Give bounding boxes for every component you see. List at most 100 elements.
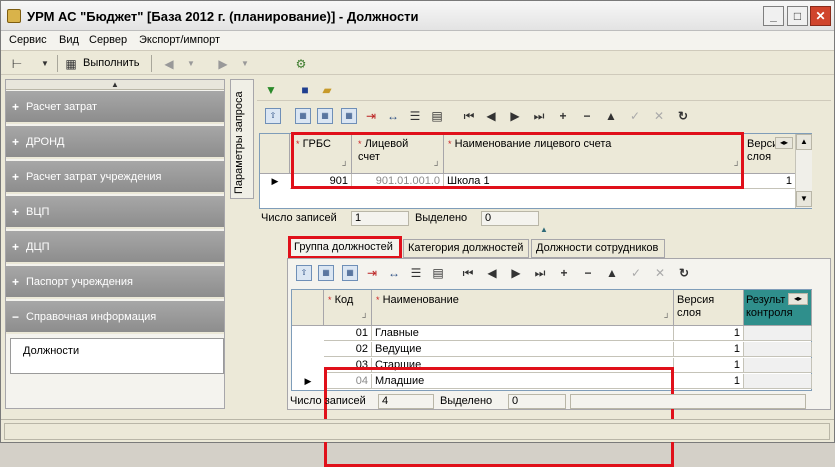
- menu-export-import[interactable]: Экспорт/импорт: [139, 34, 220, 46]
- next-record-icon[interactable]: ▶: [507, 108, 523, 124]
- column-settings-icon[interactable]: ▤: [430, 265, 446, 281]
- cell-control-result[interactable]: [744, 374, 812, 389]
- move-up-icon[interactable]: ▲: [603, 108, 619, 124]
- menu-view[interactable]: Вид: [59, 34, 79, 46]
- cell-control-result[interactable]: [744, 326, 812, 341]
- collapse-up-icon[interactable]: ▲: [6, 80, 224, 90]
- filter-icon[interactable]: ▼: [263, 82, 279, 98]
- column-scroll-icon[interactable]: ◂▸: [788, 293, 808, 305]
- refresh-icon[interactable]: ↻: [675, 108, 691, 124]
- cell-name[interactable]: Старшие: [372, 358, 674, 373]
- dropdown-arrow-icon[interactable]: ▼: [37, 56, 53, 72]
- delete-record-icon[interactable]: −: [579, 108, 595, 124]
- import-icon[interactable]: ⇥: [364, 265, 380, 281]
- column-header-code[interactable]: * Код ┘: [324, 290, 372, 326]
- cell-code[interactable]: 02: [324, 342, 372, 357]
- nav-item-institution-passport[interactable]: + Паспорт учреждения: [6, 266, 224, 299]
- last-record-icon[interactable]: ⏭: [532, 265, 548, 281]
- menu-service[interactable]: Сервис: [9, 34, 47, 46]
- tab-position-category[interactable]: Категория должностей: [403, 239, 529, 258]
- cell-grbs[interactable]: 901: [290, 174, 352, 189]
- column-header-version[interactable]: Версия слоя ◂▸: [744, 134, 796, 174]
- open-folder-icon[interactable]: ▰: [319, 82, 335, 98]
- column-scroll-icon[interactable]: ◂▸: [775, 137, 793, 149]
- swap-icon[interactable]: ↔: [386, 265, 402, 281]
- cell-code[interactable]: 04: [324, 374, 372, 389]
- minimize-button[interactable]: _: [763, 6, 784, 26]
- column-settings-icon[interactable]: ▤: [429, 108, 445, 124]
- vertical-scrollbar[interactable]: ▲ ▼: [795, 134, 812, 208]
- nav-item-institution-costs[interactable]: + Расчет затрат учреждения: [6, 161, 224, 194]
- export-icon[interactable]: ⇧: [265, 108, 281, 124]
- menu-server[interactable]: Сервер: [89, 34, 127, 46]
- grid-copy-icon[interactable]: ▦: [295, 108, 311, 124]
- checklist-icon[interactable]: ☰: [407, 108, 423, 124]
- cell-name[interactable]: Младшие: [372, 374, 674, 389]
- execute-button[interactable]: Выполнить: [83, 57, 139, 69]
- first-record-icon[interactable]: ⏮: [460, 265, 476, 281]
- nav-subitem-positions[interactable]: Должности: [10, 338, 224, 374]
- tab-employee-positions[interactable]: Должности сотрудников: [531, 239, 665, 258]
- export-icon[interactable]: ⇧: [296, 265, 312, 281]
- execute-icon[interactable]: ▦: [63, 56, 79, 72]
- tab-position-group[interactable]: Группа должностей: [289, 238, 401, 259]
- back-icon[interactable]: ◀: [161, 56, 177, 72]
- cell-version[interactable]: 1: [674, 342, 744, 357]
- checklist-icon[interactable]: ☰: [408, 265, 424, 281]
- swap-icon[interactable]: ↔: [385, 108, 401, 124]
- confirm-icon[interactable]: ✓: [627, 108, 643, 124]
- cancel-icon[interactable]: ✕: [651, 108, 667, 124]
- first-record-icon[interactable]: ⏮: [461, 108, 477, 124]
- column-header-version[interactable]: Версия слоя: [674, 290, 744, 326]
- nav-item-dcp[interactable]: + ДЦП: [6, 231, 224, 264]
- grid-add-icon[interactable]: ▦: [342, 265, 358, 281]
- back-dropdown-icon[interactable]: ▼: [183, 56, 199, 72]
- cancel-icon[interactable]: ✕: [652, 265, 668, 281]
- column-header-control-result[interactable]: Результ контроля ◂▸: [744, 290, 812, 326]
- tree-icon[interactable]: ⊢: [9, 56, 25, 72]
- cell-code[interactable]: 03: [324, 358, 372, 373]
- column-header-account[interactable]: * Лицевой счет ┘: [352, 134, 444, 174]
- save-icon[interactable]: ■: [297, 82, 313, 98]
- nav-item-drond[interactable]: + ДРОНД: [6, 126, 224, 159]
- refresh-icon[interactable]: ↻: [676, 265, 692, 281]
- cell-version[interactable]: 1: [674, 358, 744, 373]
- add-record-icon[interactable]: +: [555, 108, 571, 124]
- close-button[interactable]: ✕: [810, 6, 831, 26]
- scroll-up-icon[interactable]: ▲: [796, 134, 812, 150]
- cell-version[interactable]: 1: [744, 174, 796, 189]
- column-header-name[interactable]: * Наименование ┘: [372, 290, 674, 326]
- cell-code[interactable]: 01: [324, 326, 372, 341]
- prev-record-icon[interactable]: ◀: [484, 265, 500, 281]
- cell-control-result[interactable]: [744, 342, 812, 357]
- nav-item-vcp[interactable]: + ВЦП: [6, 196, 224, 229]
- nav-item-reference-info[interactable]: − Справочная информация: [6, 301, 224, 334]
- connect-icon[interactable]: ⚙: [293, 56, 309, 72]
- move-up-icon[interactable]: ▲: [604, 265, 620, 281]
- cell-account-name[interactable]: Школа 1: [444, 174, 744, 189]
- cell-name[interactable]: Главные: [372, 326, 674, 341]
- nav-item-cost-calculation[interactable]: + Расчет затрат: [6, 91, 224, 124]
- maximize-button[interactable]: □: [787, 6, 808, 26]
- import-icon[interactable]: ⇥: [363, 108, 379, 124]
- cell-control-result[interactable]: [744, 358, 812, 373]
- prev-record-icon[interactable]: ◀: [483, 108, 499, 124]
- forward-dropdown-icon[interactable]: ▼: [237, 56, 253, 72]
- delete-record-icon[interactable]: −: [580, 265, 596, 281]
- grid-add-icon[interactable]: ▦: [341, 108, 357, 124]
- grid-layers-icon[interactable]: ▦: [317, 108, 333, 124]
- cell-account[interactable]: 901.01.001.0: [352, 174, 444, 189]
- splitter-handle-icon[interactable]: ▲: [537, 226, 551, 234]
- add-record-icon[interactable]: +: [556, 265, 572, 281]
- column-header-account-name[interactable]: * Наименование лицевого счета ┘: [444, 134, 744, 174]
- next-record-icon[interactable]: ▶: [508, 265, 524, 281]
- forward-icon[interactable]: ▶: [215, 56, 231, 72]
- cell-version[interactable]: 1: [674, 326, 744, 341]
- query-parameters-tab[interactable]: Параметры запроса: [230, 79, 254, 199]
- scroll-down-icon[interactable]: ▼: [796, 191, 812, 207]
- cell-name[interactable]: Ведущие: [372, 342, 674, 357]
- column-header-grbs[interactable]: * ГРБС ┘: [290, 134, 352, 174]
- grid-copy-icon[interactable]: ▦: [318, 265, 334, 281]
- last-record-icon[interactable]: ⏭: [531, 108, 547, 124]
- cell-version[interactable]: 1: [674, 374, 744, 389]
